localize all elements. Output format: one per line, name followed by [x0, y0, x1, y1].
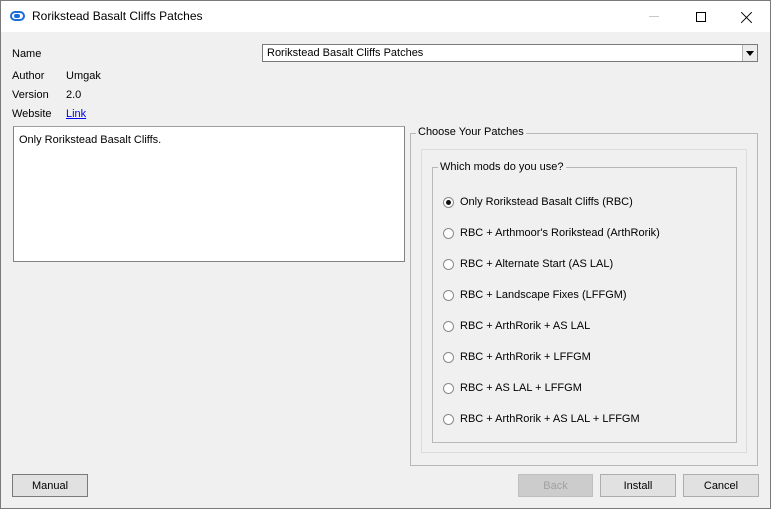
minimize-button[interactable] — [631, 1, 677, 32]
radio-button[interactable] — [443, 351, 454, 363]
patch-option-6[interactable]: RBC + AS LAL + LFFGM — [443, 381, 582, 395]
window-title: Rorikstead Basalt Cliffs Patches — [32, 9, 203, 23]
patch-option-label: RBC + Arthmoor's Rorikstead (ArthRorik) — [460, 227, 660, 239]
radio-button[interactable] — [443, 227, 454, 239]
website-link[interactable]: Link — [66, 108, 86, 120]
close-button[interactable] — [724, 1, 770, 32]
patch-option-2[interactable]: RBC + Alternate Start (AS LAL) — [443, 257, 613, 271]
dropdown-button[interactable] — [742, 45, 757, 61]
close-icon — [741, 11, 753, 23]
author-label: Author — [12, 70, 45, 82]
patch-option-1[interactable]: RBC + Arthmoor's Rorikstead (ArthRorik) — [443, 226, 660, 240]
author-value: Umgak — [66, 70, 101, 82]
radio-button[interactable] — [443, 382, 454, 394]
mods-group-title: Which mods do you use? — [438, 161, 566, 173]
version-label: Version — [12, 89, 49, 101]
installer-icon — [10, 11, 25, 21]
maximize-icon — [696, 11, 706, 22]
patch-option-5[interactable]: RBC + ArthRorik + LFFGM — [443, 350, 591, 364]
patch-option-label: RBC + Alternate Start (AS LAL) — [460, 258, 614, 270]
radio-button[interactable] — [443, 258, 454, 270]
patch-option-label: RBC + ArthRorik + AS LAL + LFFGM — [460, 413, 640, 425]
radio-button[interactable] — [443, 196, 454, 208]
installer-window: Rorikstead Basalt Cliffs Patches Name Au… — [0, 0, 771, 509]
patch-option-label: RBC + Landscape Fixes (LFFGM) — [460, 289, 627, 301]
description-text: Only Rorikstead Basalt Cliffs. — [19, 134, 162, 146]
patch-option-label: RBC + ArthRorik + AS LAL — [460, 320, 591, 332]
name-select-value: Rorikstead Basalt Cliffs Patches — [267, 47, 424, 59]
patch-option-label: Only Rorikstead Basalt Cliffs (RBC) — [460, 196, 633, 208]
chevron-down-icon — [746, 50, 754, 56]
patch-option-7[interactable]: RBC + ArthRorik + AS LAL + LFFGM — [443, 412, 640, 426]
manual-button[interactable]: Manual — [12, 474, 88, 497]
radio-button[interactable] — [443, 413, 454, 425]
description-box[interactable]: Only Rorikstead Basalt Cliffs. — [13, 126, 405, 262]
radio-button[interactable] — [443, 320, 454, 332]
patch-option-label: RBC + AS LAL + LFFGM — [460, 382, 582, 394]
patch-option-label: RBC + ArthRorik + LFFGM — [460, 351, 591, 363]
name-label: Name — [12, 48, 42, 60]
cancel-button[interactable]: Cancel — [683, 474, 759, 497]
version-value: 2.0 — [66, 89, 82, 101]
title-bar: Rorikstead Basalt Cliffs Patches — [1, 1, 770, 32]
name-select[interactable]: Rorikstead Basalt Cliffs Patches — [262, 44, 758, 62]
maximize-button[interactable] — [678, 1, 724, 32]
minimize-icon — [649, 16, 659, 17]
patches-group-title: Choose Your Patches — [416, 126, 526, 138]
patch-option-3[interactable]: RBC + Landscape Fixes (LFFGM) — [443, 288, 627, 302]
patch-option-4[interactable]: RBC + ArthRorik + AS LAL — [443, 319, 590, 333]
radio-button[interactable] — [443, 289, 454, 301]
patch-option-0[interactable]: Only Rorikstead Basalt Cliffs (RBC) — [443, 195, 633, 209]
install-button[interactable]: Install — [600, 474, 676, 497]
website-label: Website — [12, 108, 52, 120]
back-button[interactable]: Back — [518, 474, 593, 497]
